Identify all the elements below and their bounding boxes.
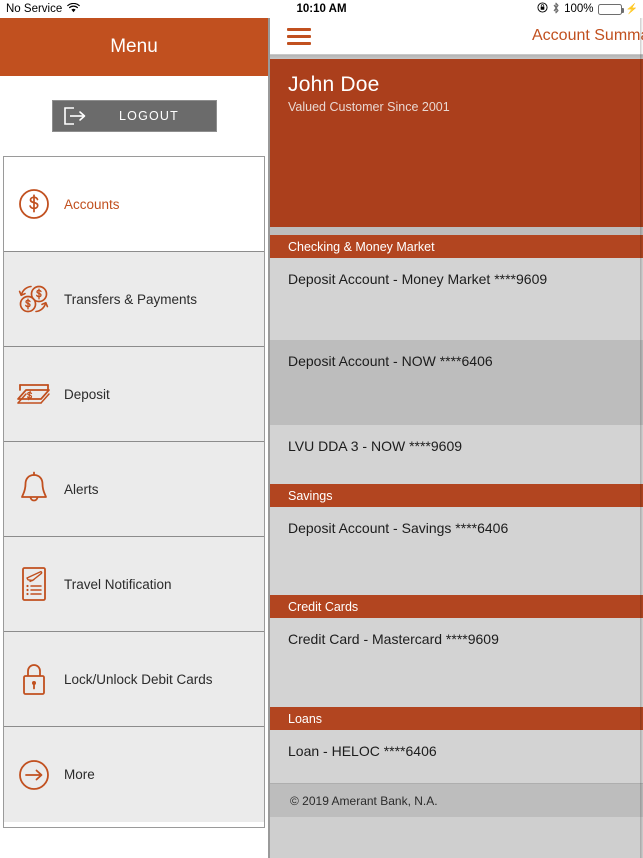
sidebar: Menu LOGOUT Accounts Transfers & Payment…	[0, 18, 270, 858]
account-row[interactable]: Deposit Account - NOW ****6406	[270, 340, 643, 425]
account-label: Credit Card - Mastercard ****9609	[288, 631, 499, 647]
logout-label: LOGOUT	[119, 109, 179, 123]
sidebar-header: Menu	[0, 18, 268, 76]
account-row[interactable]: Loan - HELOC ****6406	[270, 730, 643, 783]
sidebar-item-lock-unlock-debit-cards[interactable]: Lock/Unlock Debit Cards	[4, 632, 264, 727]
arrow-circle-icon	[4, 757, 64, 793]
section-title: Credit Cards	[288, 599, 359, 614]
account-row[interactable]: LVU DDA 3 - NOW ****9609	[270, 425, 643, 484]
travel-document-icon	[4, 565, 64, 603]
copyright-footer: © 2019 Amerant Bank, N.A.	[270, 783, 643, 817]
status-bar: No Service 10:10 AM 100% ⚡	[0, 0, 643, 18]
sidebar-menu-list: Accounts Transfers & Payments Deposit Al…	[3, 156, 265, 828]
sidebar-item-label: Travel Notification	[64, 576, 172, 592]
sidebar-item-label: Deposit	[64, 386, 110, 402]
logout-arrow-icon	[53, 106, 97, 126]
battery-percent-label: 100%	[564, 3, 594, 15]
sidebar-item-travel-notification[interactable]: Travel Notification	[4, 537, 264, 632]
sidebar-item-label: Lock/Unlock Debit Cards	[64, 671, 213, 687]
section-title: Checking & Money Market	[288, 239, 435, 254]
account-label: LVU DDA 3 - NOW ****9609	[288, 438, 463, 454]
page-title: Account Summary	[532, 27, 643, 44]
account-summary-panel: Account Summary John Doe Valued Customer…	[270, 18, 643, 858]
cash-deposit-icon	[4, 379, 64, 409]
lightning-bolt-icon: ⚡	[625, 3, 638, 15]
logout-area: LOGOUT	[0, 76, 268, 156]
sidebar-title: Menu	[110, 36, 158, 57]
account-row[interactable]: Deposit Account - Savings ****6406	[270, 507, 643, 595]
rotation-lock-icon	[537, 2, 548, 16]
section-header-loans: Loans	[270, 707, 643, 730]
sidebar-item-label: Accounts	[64, 196, 120, 212]
sidebar-item-label: More	[64, 767, 95, 782]
profile-header: John Doe Valued Customer Since 2001	[270, 59, 643, 227]
sidebar-item-alerts[interactable]: Alerts	[4, 442, 264, 537]
section-header-checking: Checking & Money Market	[270, 235, 643, 258]
logout-button[interactable]: LOGOUT	[51, 100, 217, 132]
customer-subtitle: Valued Customer Since 2001	[288, 100, 450, 114]
sidebar-item-accounts[interactable]: Accounts	[4, 157, 264, 252]
bell-icon	[4, 471, 64, 507]
section-header-credit-cards: Credit Cards	[270, 595, 643, 618]
sidebar-item-transfers-payments[interactable]: Transfers & Payments	[4, 252, 264, 347]
transfer-coins-icon	[4, 281, 64, 317]
status-bar-right: 100% ⚡	[537, 2, 638, 17]
sidebar-item-label: Alerts	[64, 481, 99, 497]
account-label: Deposit Account - Savings ****6406	[288, 520, 509, 536]
dollar-circle-icon	[4, 186, 64, 222]
section-title: Savings	[288, 488, 333, 503]
account-label: Deposit Account - NOW ****6406	[288, 353, 493, 369]
account-row[interactable]: Credit Card - Mastercard ****9609	[270, 618, 643, 707]
section-header-savings: Savings	[270, 484, 643, 507]
sidebar-item-more[interactable]: More	[4, 727, 264, 822]
copyright-text: © 2019 Amerant Bank, N.A.	[290, 793, 438, 808]
bluetooth-icon	[552, 2, 560, 17]
padlock-icon	[4, 660, 64, 698]
sidebar-item-label: Transfers & Payments	[64, 291, 198, 307]
battery-icon	[597, 3, 624, 15]
sidebar-item-deposit[interactable]: Deposit	[4, 347, 264, 442]
account-row[interactable]: Deposit Account - Money Market ****9609	[270, 258, 643, 340]
section-title: Loans	[288, 711, 323, 726]
hamburger-menu-icon[interactable]	[287, 27, 311, 45]
navigation-bar: Account Summary	[270, 18, 643, 55]
customer-name: John Doe	[288, 73, 380, 96]
profile-divider	[270, 227, 643, 235]
account-label: Loan - HELOC ****6406	[288, 743, 437, 759]
account-label: Deposit Account - Money Market ****9609	[288, 271, 548, 287]
